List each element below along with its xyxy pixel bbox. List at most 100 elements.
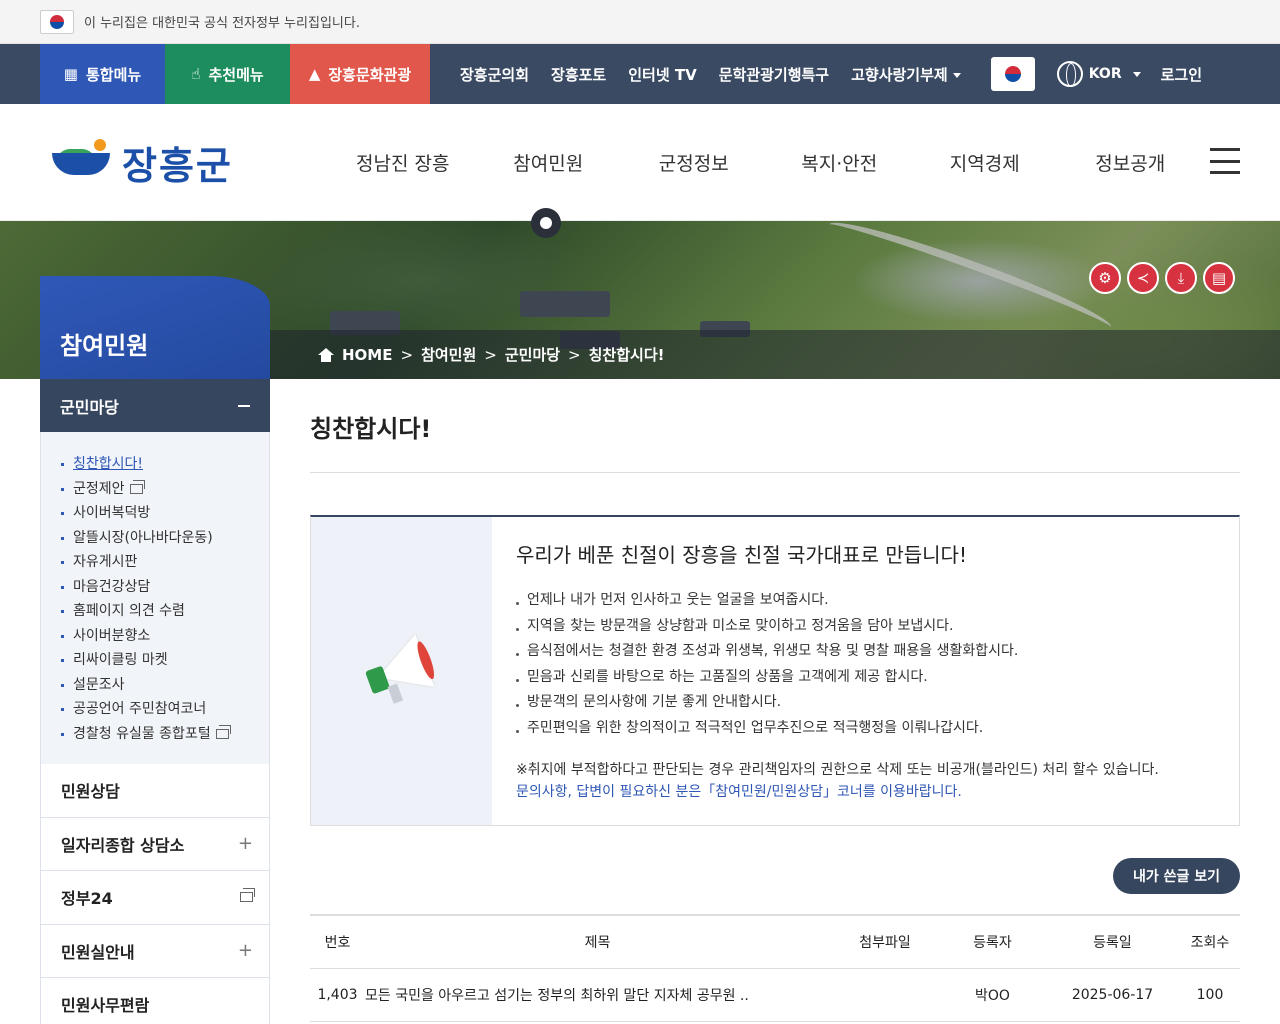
sidebar-sub-list: 칭찬합시다! 군정제안 사이버복덕방 알뜰시장(아나바다운동) 자유게시판 마음… <box>40 432 270 764</box>
notice-item: 지역을 찾는 방문객을 상냥함과 미소로 맞이하고 정겨움을 담아 보냅시다. <box>516 614 1215 640</box>
breadcrumb-home[interactable]: HOME <box>342 346 392 364</box>
download-icon[interactable]: ⤓ <box>1165 262 1197 294</box>
col-title: 제목 <box>365 915 830 969</box>
page-tools: ⚙ ≺ ⤓ ▤ <box>1089 262 1235 294</box>
top-link-hometown-donation[interactable]: 고향사랑기부제 <box>851 64 961 85</box>
notice-info: 문의사항, 답변이 필요하신 분은「참여민원/민원상담」코너를 이용바랍니다. <box>516 784 962 800</box>
col-views: 조회수 <box>1180 915 1240 969</box>
col-attachment: 첨부파일 <box>830 915 940 969</box>
sidebar-item-handbook[interactable]: 민원사무편람 <box>40 978 270 1024</box>
sub-item-recycling[interactable]: 리싸이클링 마켓 <box>61 648 269 673</box>
row-views: 100 <box>1180 968 1240 1022</box>
home-icon <box>318 347 334 362</box>
gov-banner: 이 누리집은 대한민국 공식 전자정부 누리집입니다. <box>0 0 1280 44</box>
hamburger-menu-icon[interactable] <box>1210 148 1240 174</box>
col-author: 등록자 <box>940 915 1045 969</box>
breadcrumb-residents[interactable]: 군민마당 <box>505 344 560 365</box>
sidebar-item-jobs[interactable]: 일자리종합 상담소 + <box>40 817 270 871</box>
sub-item-freeboard[interactable]: 자유게시판 <box>61 550 269 575</box>
sub-item-lost-found[interactable]: 경찰청 유실물 종합포털 <box>61 722 269 747</box>
new-window-icon <box>215 724 231 739</box>
sub-item-praise[interactable]: 칭찬합시다! <box>61 452 269 477</box>
row-number: 1,403 <box>310 968 365 1022</box>
notice-list: 언제나 내가 먼저 인사하고 웃는 얼굴을 보여줍시다. 지역을 찾는 방문객을… <box>516 588 1215 741</box>
sidebar-item-gov24[interactable]: 정부24 <box>40 871 270 925</box>
nav-info-disclosure[interactable]: 정보공개 <box>1058 149 1204 176</box>
grid-icon: ▦ <box>63 65 78 83</box>
notice-item: 방문객의 문의사항에 기분 좋게 안내합시다. <box>516 690 1215 716</box>
col-number: 번호 <box>310 915 365 969</box>
sidebar-item-office-guide[interactable]: 민원실안내 + <box>40 924 270 978</box>
main-content: 칭찬합시다! 우리가 베푼 친절이 장흥을 친절 국가대표로 만듭니다! 언제나… <box>310 379 1240 1022</box>
row-title-link[interactable]: 모든 국민을 아우르고 섬기는 정부의 최하위 말단 지자체 공무원 .. <box>365 968 830 1022</box>
sub-item-memorial[interactable]: 사이버분향소 <box>61 624 269 649</box>
language-selector[interactable]: KOR <box>1056 61 1141 87</box>
sub-item-mental-health[interactable]: 마음건강상담 <box>61 575 269 600</box>
megaphone-icon <box>358 631 444 711</box>
new-window-icon <box>240 888 255 903</box>
col-date: 등록일 <box>1045 915 1180 969</box>
culture-tourism-button[interactable]: ▲ 장흥문화관광 <box>290 44 430 104</box>
breadcrumb: HOME > 참여민원 > 군민마당 > 칭찬합시다! <box>270 330 1280 379</box>
caret-down-icon <box>952 72 961 78</box>
table-header-row: 번호 제목 첨부파일 등록자 등록일 조회수 <box>310 915 1240 969</box>
korea-flag-icon <box>40 9 74 34</box>
sub-item-proposal[interactable]: 군정제안 <box>61 477 269 502</box>
top-link-internet-tv[interactable]: 인터넷 TV <box>628 64 696 85</box>
top-link-council[interactable]: 장흥군의회 <box>460 64 529 85</box>
login-link[interactable]: 로그인 <box>1161 64 1202 85</box>
notice-item: 믿음과 신뢰를 바탕으로 하는 고품질의 상품을 고객에게 제공 합시다. <box>516 665 1215 691</box>
recommended-menu-button[interactable]: ☝ 추천메뉴 <box>165 44 290 104</box>
breadcrumb-participation[interactable]: 참여민원 <box>421 344 476 365</box>
sidebar-section-residents[interactable]: 군민마당 <box>40 379 270 432</box>
collapse-icon <box>238 404 250 407</box>
sub-item-survey[interactable]: 설문조사 <box>61 673 269 698</box>
sub-item-market[interactable]: 알뜰시장(아나바다운동) <box>61 526 269 551</box>
nav-jeongnamjin[interactable]: 정남진 장흥 <box>330 149 476 176</box>
top-link-literature-tour[interactable]: 문학관광기행특구 <box>719 64 829 85</box>
active-nav-marker <box>531 208 561 238</box>
new-window-icon <box>129 479 145 494</box>
hand-pointer-icon: ☝ <box>191 65 201 83</box>
row-date: 2025-06-17 <box>1045 968 1180 1022</box>
site-logo[interactable]: 장흥군 <box>52 135 233 190</box>
notice-box: 우리가 베푼 친절이 장흥을 친절 국가대표로 만듭니다! 언제나 내가 먼저 … <box>310 515 1240 826</box>
mountain-icon: ▲ <box>308 65 321 83</box>
expand-icon: + <box>237 940 253 962</box>
posts-table: 번호 제목 첨부파일 등록자 등록일 조회수 1,403 모든 국민을 아우르고… <box>310 914 1240 1022</box>
nav-welfare-safety[interactable]: 복지·안전 <box>767 149 913 176</box>
gov-banner-text: 이 누리집은 대한민국 공식 전자정부 누리집입니다. <box>84 16 360 31</box>
caret-down-icon <box>1132 71 1141 77</box>
notice-item: 음식점에서는 청결한 환경 조성과 위생복, 위생모 착용 및 명찰 패용을 생… <box>516 639 1215 665</box>
sidebar-title: 참여민원 <box>40 276 270 379</box>
notice-heading: 우리가 베푼 친절이 장흥을 친절 국가대표로 만듭니다! <box>516 543 967 567</box>
sidebar-item-consult[interactable]: 민원상담 <box>40 764 270 818</box>
my-posts-button[interactable]: 내가 쓴글 보기 <box>1112 858 1240 894</box>
expand-icon: + <box>237 833 253 855</box>
sub-item-realestate[interactable]: 사이버복덕방 <box>61 501 269 526</box>
top-links: 장흥군의회 장흥포토 인터넷 TV 문학관광기행특구 고향사랑기부제 <box>460 64 961 85</box>
nav-local-economy[interactable]: 지역경제 <box>912 149 1058 176</box>
notice-warning: ※취지에 부적합하다고 판단되는 경우 관리책임자의 권한으로 삭제 또는 비공… <box>516 762 1159 778</box>
sub-item-feedback[interactable]: 홈페이지 의견 수렴 <box>61 599 269 624</box>
page-title: 칭찬합시다! <box>310 409 1240 473</box>
notice-item: 주민편익을 위한 창의적이고 적극적인 업무추진으로 적극행정을 이뤄나갑시다. <box>516 716 1215 742</box>
top-link-photo[interactable]: 장흥포토 <box>551 64 606 85</box>
total-menu-button[interactable]: ▦ 통합메뉴 <box>40 44 165 104</box>
nav-participation[interactable]: 참여민원 <box>476 149 622 176</box>
globe-icon <box>1056 61 1083 87</box>
nav-county-info[interactable]: 군정정보 <box>621 149 767 176</box>
breadcrumb-current: 칭찬합시다! <box>588 346 665 364</box>
main-nav: 정남진 장흥 참여민원 군정정보 복지·안전 지역경제 정보공개 <box>330 104 1203 221</box>
settings-icon[interactable]: ⚙ <box>1089 262 1121 294</box>
print-icon[interactable]: ▤ <box>1203 262 1235 294</box>
logo-mark-icon <box>52 139 112 185</box>
top-utility-bar: ▦ 통합메뉴 ☝ 추천메뉴 ▲ 장흥문화관광 장흥군의회 장흥포토 인터넷 TV… <box>0 44 1280 104</box>
table-row[interactable]: 1,403 모든 국민을 아우르고 섬기는 정부의 최하위 말단 지자체 공무원… <box>310 968 1240 1022</box>
sub-item-public-language[interactable]: 공공언어 주민참여코너 <box>61 697 269 722</box>
share-icon[interactable]: ≺ <box>1127 262 1159 294</box>
sidebar: 군민마당 칭찬합시다! 군정제안 사이버복덕방 알뜰시장(아나바다운동) 자유게… <box>40 379 270 1024</box>
site-header: 장흥군 정남진 장흥 참여민원 군정정보 복지·안전 지역경제 정보공개 <box>0 104 1280 221</box>
notice-item: 언제나 내가 먼저 인사하고 웃는 얼굴을 보여줍시다. <box>516 588 1215 614</box>
row-attachment <box>830 968 940 1022</box>
